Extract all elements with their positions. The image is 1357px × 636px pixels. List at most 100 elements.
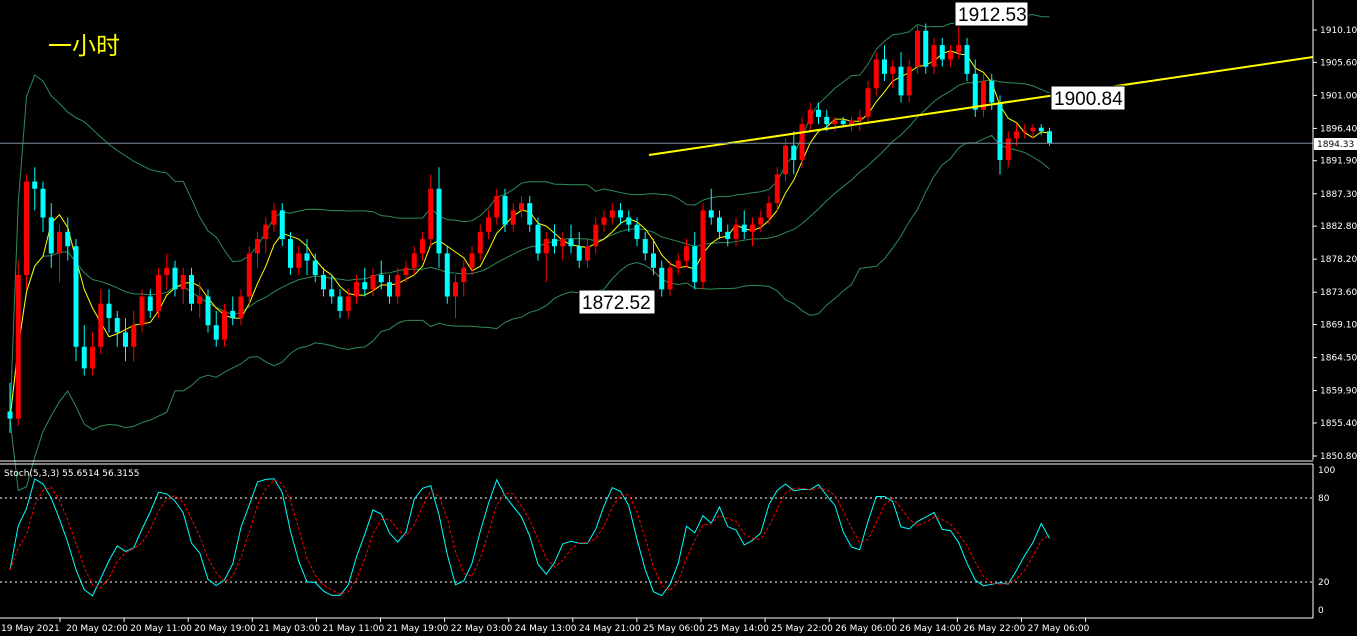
candle-body — [593, 224, 599, 247]
candle-body — [725, 231, 731, 240]
candle-body — [65, 231, 71, 247]
candle-body — [1022, 131, 1028, 133]
stoch-tick-label: 0 — [1318, 606, 1324, 616]
candle-body — [618, 210, 623, 218]
candle-body — [750, 224, 755, 232]
candle-body — [387, 282, 392, 297]
candle-body — [345, 296, 351, 311]
candle-body — [915, 30, 920, 67]
price-chart[interactable]: 1910.10 1905.60 1901.00 1896.40 1891.90 1887.… — [0, 0, 1357, 636]
stoch-tick-label: 100 — [1318, 466, 1335, 476]
candle-body — [667, 267, 673, 290]
candle — [799, 116, 805, 168]
candle — [73, 239, 79, 362]
candle-body — [766, 203, 772, 218]
candle-body — [758, 217, 764, 225]
current-price-label: 1894.33 — [1317, 140, 1354, 150]
candle-body — [271, 210, 277, 225]
candle-body — [329, 289, 335, 297]
candle-body — [378, 274, 384, 283]
candle-body — [585, 246, 590, 261]
candle-body — [997, 102, 1003, 161]
candle-body — [279, 210, 285, 240]
candle-body — [494, 195, 500, 218]
stochastic-label: Stoch(5,3,3) 55.6514 56.3155 — [4, 469, 139, 479]
candle-body — [568, 239, 574, 247]
price-tick-label: 1910.10 — [1320, 26, 1357, 36]
candle-body — [453, 282, 458, 297]
candle-body — [304, 253, 310, 261]
candle — [915, 23, 920, 74]
candle-body — [411, 253, 417, 268]
high-annotation: 1912.53 — [954, 1, 1029, 27]
candle-body — [684, 246, 689, 261]
candle-body — [601, 217, 607, 225]
candle-body — [799, 124, 805, 161]
candle-body — [98, 303, 104, 347]
time-tick-label: 20 May 11:00 — [130, 624, 192, 634]
low-annotation-label: 1872.52 — [582, 293, 651, 314]
candle-body — [73, 246, 79, 347]
time-tick-label: 24 May 13:00 — [515, 624, 577, 634]
candle-body — [180, 274, 186, 290]
price-tick-label: 1869.10 — [1320, 321, 1357, 331]
candle-body — [923, 30, 929, 67]
candle-body — [337, 296, 343, 311]
time-tick-label: 22 May 03:00 — [451, 624, 513, 634]
low-annotation: 1872.52 — [578, 289, 656, 315]
candle-body — [948, 52, 953, 60]
candle-body — [849, 120, 854, 125]
candle-body — [238, 296, 244, 319]
candle-body — [90, 346, 95, 369]
chart-background — [0, 0, 1357, 636]
candle-body — [57, 231, 62, 254]
price-tick-label: 1901.00 — [1320, 91, 1357, 101]
candle-body — [989, 81, 995, 103]
candle-body — [123, 332, 128, 347]
candle-body — [956, 45, 962, 53]
candle-body — [1005, 138, 1011, 161]
candle-body — [890, 66, 896, 74]
candle — [156, 267, 161, 319]
candle-body — [189, 274, 194, 304]
time-tick-label: 26 May 22:00 — [964, 624, 1026, 634]
candle-body — [708, 210, 714, 218]
candle-body — [40, 188, 46, 218]
candle-body — [502, 195, 508, 225]
candle-body — [205, 296, 211, 326]
time-tick-label: 27 May 06:00 — [1028, 624, 1090, 634]
candle-body — [700, 210, 706, 283]
candle-body — [543, 239, 549, 254]
time-tick-label: 21 May 03:00 — [258, 624, 320, 634]
candle-body — [741, 224, 747, 232]
candle-body — [172, 267, 178, 290]
price-tick-label: 1850.80 — [1320, 452, 1357, 462]
candle-body — [255, 239, 260, 254]
time-tick-label: 25 May 14:00 — [707, 624, 769, 634]
candle-body — [692, 246, 698, 283]
candle-body — [807, 109, 813, 125]
candle-body — [7, 411, 13, 419]
candle-body — [263, 224, 269, 240]
candle-body — [816, 109, 821, 117]
candle-body — [865, 88, 871, 117]
candle-body — [354, 282, 359, 297]
time-tick-label: 26 May 14:00 — [899, 624, 961, 634]
time-tick-label: 26 May 06:00 — [835, 624, 897, 634]
candle-body — [131, 325, 137, 347]
candle-body — [824, 116, 830, 125]
candle-body — [486, 217, 491, 232]
candle-body — [906, 66, 912, 96]
price-tick-label: 1878.20 — [1320, 255, 1357, 265]
candle-body — [213, 325, 219, 340]
candle-body — [32, 181, 38, 189]
candle-body — [436, 188, 442, 254]
price-tick-label: 1896.40 — [1320, 124, 1357, 134]
candle-body — [48, 217, 54, 254]
candle-body — [312, 260, 318, 275]
time-tick-label: 20 May 19:00 — [194, 624, 256, 634]
candle-body — [230, 310, 236, 319]
price-tick-label: 1859.90 — [1320, 387, 1357, 397]
candle-body — [370, 274, 376, 290]
candle — [444, 246, 450, 304]
